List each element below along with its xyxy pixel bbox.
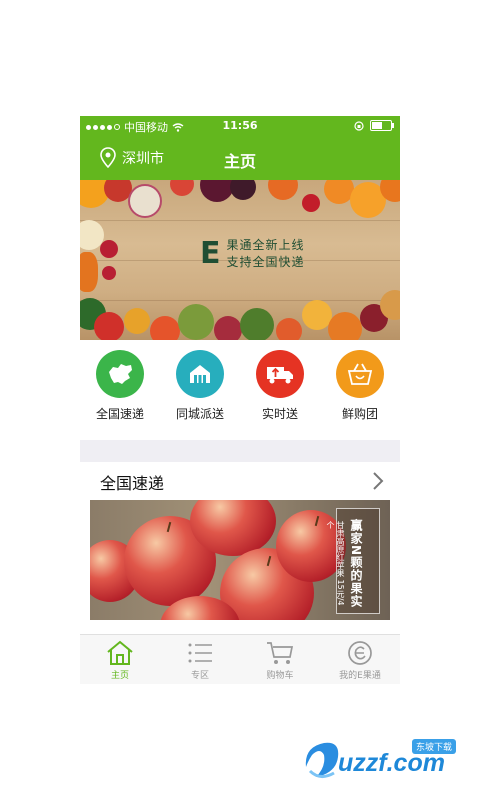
fruit-decoration [302,194,320,212]
product-promo-image[interactable]: 赢家N颗的果实 甘肃高原红苹果 15元/4个 [90,500,390,620]
tab-label: 我的E果通 [339,671,381,681]
fruit-decoration [102,266,116,280]
chevron-right-icon [373,472,384,490]
nav-bar: 深圳市 主页 [80,136,400,180]
action-label: 实时送 [261,407,298,421]
section-header[interactable]: 全国速递 [80,462,400,500]
battery-icon [370,120,394,131]
status-time: 11:56 [222,119,258,132]
fruit-decoration [170,180,194,196]
house-icon [176,350,224,398]
action-nationwide-express[interactable]: 全国速递 [80,340,160,440]
promo-text-card: 赢家N颗的果实 甘肃高原红苹果 15元/4个 [326,508,380,614]
action-label: 鲜购团 [341,407,378,421]
fruit-decoration [276,318,302,340]
banner-lines: 果通全新上线 支持全国快递 [227,237,305,271]
status-bar: 中国移动 11:56 [80,116,400,136]
phone-screen: 中国移动 11:56 深圳市 主页 E 果通全新上线 支持全国快递 全国速递 同… [80,116,400,684]
status-right-group [354,120,394,131]
banner-line-1: 果通全新上线 [226,237,305,252]
delivery-truck-icon [256,350,304,398]
fruit-decoration [128,184,162,218]
watermark-badge: 东坡下载 [412,739,457,754]
fruit-decoration [328,312,362,340]
banner-slogan: E 果通全新上线 支持全国快递 [200,236,305,271]
section-title: 全国速递 [100,474,165,493]
action-label: 全国速递 [95,407,144,421]
tab-my-account[interactable]: 我的E果通 [320,635,400,684]
action-realtime-delivery[interactable]: 实时送 [240,340,320,440]
fruit-decoration [230,180,256,200]
china-map-icon [96,350,144,398]
fruit-decoration [100,240,118,258]
fruit-decoration [240,308,274,340]
tab-cart[interactable]: 购物车 [240,635,320,684]
action-same-city[interactable]: 同城派送 [160,340,240,440]
action-fresh-group-buy[interactable]: 鲜购团 [320,340,400,440]
site-watermark: uzzf.com 东坡下载 [300,735,475,785]
fruit-decoration [214,316,242,340]
promo-title: 赢家N颗的果实 [349,519,363,609]
fruit-decoration [150,316,180,340]
shopping-basket-icon [336,350,384,398]
rotation-lock-icon [354,120,364,131]
profile-e-icon [348,641,372,665]
tab-label: 主页 [110,671,129,681]
tab-label: 购物车 [266,671,294,681]
tab-label: 专区 [190,671,209,681]
tab-home[interactable]: 主页 [80,635,160,684]
promo-banner[interactable]: E 果通全新上线 支持全国快递 [80,180,400,340]
action-label: 同城派送 [175,407,224,421]
fruit-decoration [124,308,150,334]
banner-logo-letter: E [200,236,221,271]
promo-sub-line-1: 甘肃高原红苹果 [336,521,345,577]
home-icon [107,640,133,665]
page-title: 主页 [223,152,256,171]
tab-zone[interactable]: 专区 [160,635,240,684]
cart-icon [267,642,294,664]
section-divider [80,440,400,462]
fruit-decoration [80,252,98,292]
list-icon [188,643,212,663]
banner-line-2: 支持全国快递 [226,254,305,269]
bottom-tab-bar: 主页 专区 购物车 我的E果通 [80,634,400,684]
fruit-decoration [268,180,298,200]
fruit-decoration [94,312,124,340]
quick-actions: 全国速递 同城派送 实时送 鲜购团 [80,340,400,440]
fruit-decoration [200,180,234,202]
fruit-decoration [178,304,214,340]
promo-subtitle: 甘肃高原红苹果 15元/4个 [325,521,345,613]
